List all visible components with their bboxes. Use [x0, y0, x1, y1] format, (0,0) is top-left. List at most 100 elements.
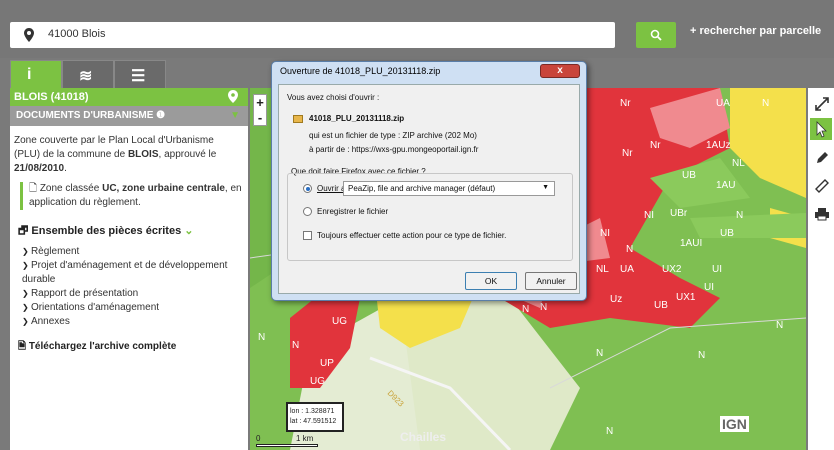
zone-label: N	[762, 98, 770, 109]
zone-label: UG	[332, 316, 347, 327]
zoom-in-button[interactable]: +	[254, 95, 266, 110]
zone-label: N	[292, 340, 300, 351]
tab-info[interactable]: i	[10, 60, 62, 88]
intro-end: .	[64, 163, 67, 174]
zip-file-icon	[293, 115, 303, 123]
zone-label: Nr	[650, 140, 661, 151]
zone-label: N	[776, 320, 784, 331]
scale-zero: 0	[256, 434, 261, 443]
file-name: 41018_PLU_20131118.zip	[309, 114, 405, 123]
urbanism-documents-header[interactable]: DOCUMENTS D'URBANISME ❶ ▼	[10, 106, 248, 126]
zone-label: 1AU	[716, 180, 736, 191]
zone-label: UA	[620, 264, 634, 275]
save-file-label[interactable]: Enregistrer le fichier	[317, 207, 388, 216]
zoom-control: + -	[253, 94, 267, 126]
list-icon: ☰	[131, 68, 146, 85]
always-do-label[interactable]: Toujours effectuer cette action pour ce …	[317, 231, 506, 240]
info-icon: i	[27, 66, 32, 83]
zone-label: N	[522, 304, 530, 315]
zone-label: UX2	[662, 264, 682, 275]
document-link[interactable]: Règlement	[22, 245, 248, 259]
zone-label: NI	[600, 228, 610, 239]
zoom-out-button[interactable]: -	[254, 110, 266, 125]
scale-bar: 0 1 km	[256, 434, 326, 448]
commune-header[interactable]: BLOIS (41018)	[10, 88, 248, 106]
download-dialog: Ouverture de 41018_PLU_20131118.zip x Vo…	[271, 61, 587, 301]
close-button[interactable]: x	[540, 64, 580, 78]
commune-name: BLOIS (41018)	[14, 91, 89, 103]
zone-label: N	[606, 426, 614, 437]
documents-icon: 🗗	[18, 225, 32, 237]
zone-label: NL	[732, 158, 745, 169]
save-file-radio[interactable]	[303, 207, 312, 216]
map-marker-icon	[24, 28, 34, 42]
intro-text-2: , approuvé le	[158, 149, 217, 160]
zone-label: 1AUz	[706, 140, 731, 151]
layers-icon: ≋	[79, 68, 93, 85]
ruler-icon[interactable]	[814, 178, 830, 194]
pieces-title: Ensemble des pièces écrites	[31, 225, 182, 237]
dialog-title: Ouverture de 41018_PLU_20131118.zip	[280, 66, 441, 76]
address-search-input[interactable]: 41000 Blois	[10, 22, 615, 48]
zone-label: N	[736, 210, 744, 221]
tab-layers[interactable]: ≋	[62, 60, 114, 88]
ok-button[interactable]: OK	[465, 272, 517, 290]
place-label: Chailles	[400, 430, 447, 444]
panel-content: Zone couverte par le Plan Local d'Urbani…	[10, 126, 248, 210]
search-by-parcel-link[interactable]: + rechercher par parcelle	[690, 25, 821, 37]
zone-label: UA	[716, 98, 730, 109]
print-icon[interactable]	[814, 206, 830, 222]
zone-label: N	[540, 302, 548, 313]
chevron-down-icon: ▼	[542, 184, 549, 191]
zone-label: NI	[644, 210, 654, 221]
zone-label: UP	[320, 358, 334, 369]
map-toolbar	[808, 88, 834, 450]
file-download-icon: 🗎	[18, 341, 29, 352]
zone-label: Nr	[620, 98, 631, 109]
download-label: Téléchargez l'archive complète	[28, 341, 177, 352]
document-link[interactable]: Annexes	[22, 315, 248, 329]
written-documents-toggle[interactable]: 🗗 Ensemble des pièces écrites ⌄	[18, 222, 248, 241]
zone-info: 🗋 Zone classée UC, zone urbaine centrale…	[20, 182, 242, 210]
file-type: qui est un fichier de type : ZIP archive…	[309, 131, 477, 140]
ign-text: IGN	[720, 416, 749, 432]
info-tool-button[interactable]	[810, 118, 832, 140]
always-do-checkbox[interactable]	[303, 231, 312, 240]
expand-icon[interactable]	[814, 96, 830, 112]
panel-tabs: i ≋ ☰	[10, 60, 250, 88]
chevron-down-icon: ⌄	[184, 225, 194, 237]
zone-label: UBr	[670, 208, 688, 219]
ign-logo: IGN	[720, 416, 749, 432]
pencil-icon[interactable]	[814, 150, 830, 166]
document-icon: 🗋	[29, 183, 40, 194]
file-source: à partir de : https://wxs-gpu.mongeoport…	[309, 145, 479, 154]
application-select[interactable]: PeaZip, file and archive manager (défaut…	[343, 181, 555, 196]
longitude: lon : 1.328871	[290, 408, 335, 415]
zone-label: N	[258, 332, 266, 343]
zone-label: UX1	[676, 292, 696, 303]
plu-description: Zone couverte par le Plan Local d'Urbani…	[14, 134, 242, 176]
chevron-down-icon: ▼	[230, 110, 240, 121]
zone-label: UB	[654, 300, 668, 311]
zone-label: Nr	[622, 148, 633, 159]
document-link[interactable]: Rapport de présentation	[22, 287, 248, 301]
download-archive-link[interactable]: 🗎 Téléchargez l'archive complète	[18, 339, 248, 356]
scale-line	[256, 444, 318, 447]
zone-label: N	[698, 350, 706, 361]
zone-label: Uz	[610, 294, 623, 305]
zone-label: UB	[682, 170, 696, 181]
zone-label: N	[626, 244, 634, 255]
approval-date: 21/08/2010	[14, 163, 65, 174]
cancel-button[interactable]: Annuler	[525, 272, 577, 290]
search-icon	[650, 29, 662, 41]
open-with-radio[interactable]	[303, 184, 312, 193]
document-link[interactable]: Orientations d'aménagement	[22, 301, 248, 315]
document-link[interactable]: Projet d'aménagement et de développement…	[22, 259, 248, 287]
tab-legend[interactable]: ☰	[114, 60, 166, 88]
latitude: lat : 47.591512	[290, 418, 337, 425]
section-title: DOCUMENTS D'URBANISME ❶	[16, 110, 166, 121]
search-button[interactable]	[636, 22, 676, 48]
application-value: PeaZip, file and archive manager (défaut…	[348, 184, 496, 193]
zone-label: UI	[704, 282, 714, 293]
info-panel: BLOIS (41018) DOCUMENTS D'URBANISME ❶ ▼ …	[10, 88, 248, 450]
